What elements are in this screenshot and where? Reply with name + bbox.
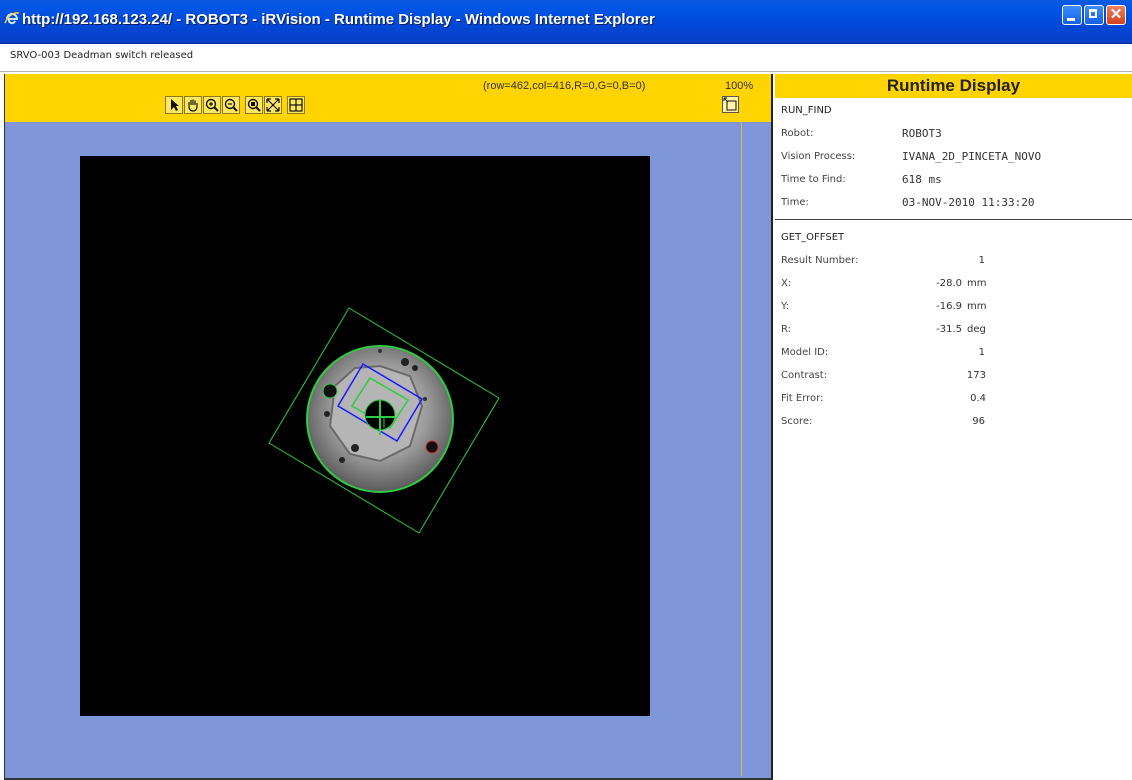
zoom-in-icon[interactable]	[203, 96, 221, 114]
score-label: Score:	[781, 416, 813, 427]
pointer-icon[interactable]	[165, 96, 183, 114]
panel-divider-line	[741, 122, 742, 776]
robot-label: Robot:	[781, 128, 814, 139]
actual-size-button[interactable]	[722, 96, 739, 113]
run-find-section-title: RUN_FIND	[781, 105, 832, 116]
fit-error-label: Fit Error:	[781, 393, 824, 404]
time-label: Time:	[781, 197, 809, 208]
x-offset-label: X:	[781, 278, 792, 289]
camera-image[interactable]	[80, 156, 650, 716]
fit-to-window-icon[interactable]	[264, 96, 282, 114]
time-value: 03-NOV-2010 11:33:20	[902, 196, 1035, 209]
y-offset-unit: mm	[967, 301, 987, 312]
pixel-coordinate-readout: (row=462,col=416,R=0,G=0,B=0)	[483, 80, 646, 92]
model-id-value: 1	[978, 347, 985, 358]
get-offset-section-title: GET_OFFSET	[781, 232, 845, 243]
zoom-region-icon[interactable]	[245, 96, 263, 114]
image-toolbar: (row=462,col=416,R=0,G=0,B=0) 100%	[5, 74, 771, 122]
window-title: http://192.168.123.24/ - ROBOT3 - iRVisi…	[22, 11, 655, 28]
r-offset-label: R:	[781, 324, 792, 335]
maximize-button[interactable]	[1084, 5, 1104, 25]
pan-hand-icon[interactable]	[184, 96, 202, 114]
alarm-message: SRVO-003 Deadman switch released	[10, 50, 194, 61]
image-display-panel: (row=462,col=416,R=0,G=0,B=0) 100%	[4, 74, 773, 780]
result-number-label: Result Number:	[781, 255, 859, 266]
runtime-display-panel: Runtime Display RUN_FIND Robot: ROBOT3 V…	[775, 74, 1132, 780]
close-icon: ✕	[1109, 6, 1123, 23]
fit-error-value: 0.4	[970, 393, 986, 404]
model-id-label: Model ID:	[781, 347, 829, 358]
alarm-status-bar: SRVO-003 Deadman switch released	[0, 44, 1132, 72]
result-number-value: 1	[978, 255, 985, 266]
x-offset-value: -28.0	[936, 278, 962, 289]
score-value: 96	[972, 416, 985, 427]
y-offset-value: -16.9	[936, 301, 962, 312]
r-offset-unit: deg	[967, 324, 986, 335]
x-offset-unit: mm	[967, 278, 987, 289]
contrast-value: 173	[966, 370, 986, 381]
r-offset-value: -31.5	[936, 324, 962, 335]
time-to-find-value: 618 ms	[902, 173, 942, 186]
internet-explorer-icon	[4, 12, 20, 25]
time-to-find-label: Time to Find:	[781, 174, 846, 185]
vision-result-overlay	[268, 307, 500, 534]
zoom-out-icon[interactable]	[222, 96, 240, 114]
window-title-bar: http://192.168.123.24/ - ROBOT3 - iRVisi…	[0, 0, 1132, 44]
grid-icon[interactable]	[287, 96, 305, 114]
runtime-title: Runtime Display	[886, 76, 1021, 95]
zoom-level: 100%	[725, 80, 754, 92]
close-button[interactable]: ✕	[1106, 5, 1126, 25]
y-offset-label: Y:	[781, 301, 790, 312]
robot-value: ROBOT3	[902, 127, 942, 140]
minimize-button[interactable]	[1062, 5, 1082, 25]
vision-process-label: Vision Process:	[781, 151, 856, 162]
runtime-header: Runtime Display	[775, 74, 1132, 98]
contrast-label: Contrast:	[781, 370, 828, 381]
actual-size-icon	[723, 97, 737, 111]
section-divider	[775, 219, 1132, 220]
vision-process-value: IVANA_2D_PINCETA_NOVO	[902, 150, 1042, 163]
